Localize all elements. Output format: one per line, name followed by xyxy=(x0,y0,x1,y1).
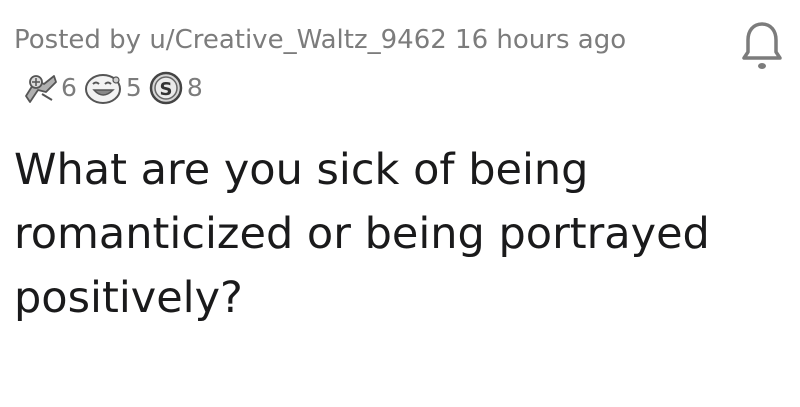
author-link[interactable]: u/Creative_Waltz_9462 xyxy=(149,25,446,55)
post-title[interactable]: What are you sick of being romanticized … xyxy=(14,138,784,330)
posted-by-label: Posted by xyxy=(14,25,142,55)
post-meta: Posted by u/Creative_Waltz_9462 16 hours… xyxy=(14,20,626,60)
laughing-face-icon xyxy=(84,74,121,104)
award-laughing[interactable]: 5 xyxy=(83,70,142,106)
award-count: 6 xyxy=(61,73,77,102)
award-wholesome[interactable]: 6 xyxy=(22,70,77,106)
follow-bell-button[interactable] xyxy=(740,20,784,74)
post-time[interactable]: 16 hours ago xyxy=(455,25,626,55)
post-header: Posted by u/Creative_Waltz_9462 16 hours… xyxy=(14,20,784,110)
silver-coin-icon: S xyxy=(149,71,183,105)
svg-text:S: S xyxy=(159,79,172,100)
award-silver[interactable]: S 8 xyxy=(148,70,203,106)
bell-icon xyxy=(742,22,782,69)
awards-row: 6 5 S 8 xyxy=(22,70,209,106)
wholesome-seal-icon xyxy=(25,75,57,103)
award-count: 5 xyxy=(125,73,142,102)
award-count: 8 xyxy=(186,73,203,102)
